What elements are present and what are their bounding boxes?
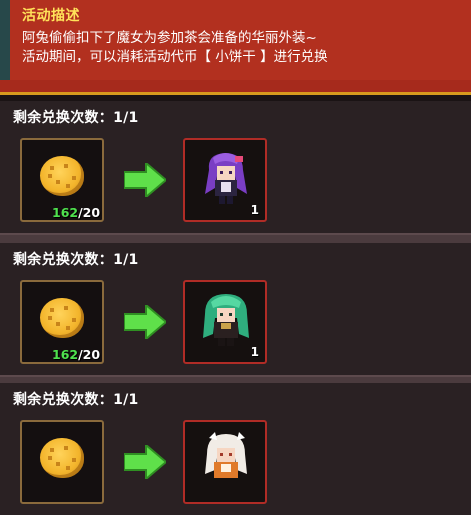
reward-item-slot[interactable]: 1 [183,138,267,222]
token-owned: 162 [52,347,79,362]
event-description-line-2: 活动期间，可以消耗活动代币【 小饼干 】进行兑换 [22,49,328,65]
exchange-row: 剩余兑换次数：1/1 162/20 1 [0,101,471,233]
remaining-exchanges-label: 剩余兑换次数：1/1 [13,252,139,268]
cost-item-slot[interactable]: 162/20 [20,138,104,222]
remaining-exchanges-label: 剩余兑换次数：1/1 [13,110,139,126]
token-required: /20 [78,347,101,362]
cookie-icon [40,156,84,196]
green-hair-outfit-icon [203,294,249,346]
reward-item-slot[interactable]: 1 [183,280,267,364]
arrow-right-icon [124,163,166,197]
purple-hair-outfit-icon [205,153,247,204]
exchange-row: 剩余兑换次数：1/1 [0,383,471,515]
remaining-exchanges-label: 剩余兑换次数：1/1 [13,392,139,408]
row-divider [0,233,471,243]
token-owned: 162 [52,205,79,220]
reward-quantity: 1 [250,345,259,359]
cost-item-slot[interactable]: 162/20 [20,280,104,364]
event-description-panel: 活动描述 阿兔偷偷扣下了魔女为参加茶会准备的华丽外装~ 活动期间，可以消耗活动代… [0,0,471,95]
cookie-icon [40,438,84,478]
white-hair-outfit-icon [205,432,247,478]
event-description-line-1: 阿兔偷偷扣下了魔女为参加茶会准备的华丽外装~ [22,30,317,46]
token-count: 162/20 [52,205,100,220]
token-count: 162/20 [52,347,100,362]
exchange-row: 剩余兑换次数：1/1 162/20 1 [0,243,471,375]
event-description-title: 活动描述 [22,8,80,24]
reward-quantity: 1 [250,203,259,217]
arrow-right-icon [124,445,166,479]
token-required: /20 [78,205,101,220]
header-band [0,80,471,92]
cost-item-slot[interactable] [20,420,104,504]
reward-item-slot[interactable] [183,420,267,504]
arrow-right-icon [124,305,166,339]
cookie-icon [40,298,84,338]
panel-edge-decoration [0,0,10,92]
